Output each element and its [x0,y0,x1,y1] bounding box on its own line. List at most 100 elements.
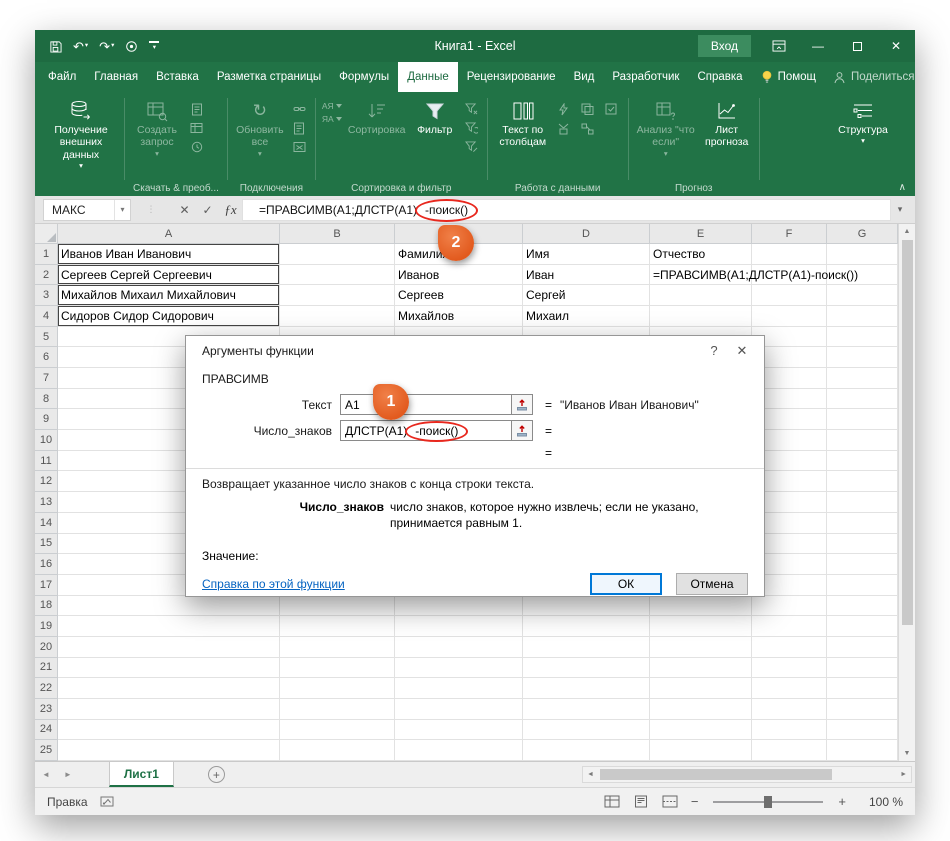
save-button[interactable] [49,40,62,53]
cell-A23[interactable] [58,698,280,720]
cell-A21[interactable] [58,657,280,679]
row-header-12[interactable]: 12 [35,471,58,493]
filter-button[interactable]: Фильтр [410,96,460,136]
collapse-dialog-button[interactable] [512,420,533,441]
cell-D23[interactable] [523,698,650,720]
cell-C4[interactable]: Михайлов [395,306,523,327]
properties-icon[interactable] [290,121,309,135]
cell-E1[interactable]: Отчество [650,244,752,265]
tab-view[interactable]: Вид [565,62,604,92]
cell-C18[interactable] [395,595,523,617]
cell-G15[interactable] [827,533,898,555]
text-to-columns-button[interactable]: Текст по столбцам [492,96,554,149]
tab-formulas[interactable]: Формулы [330,62,398,92]
cell-G18[interactable] [827,595,898,617]
sign-in-button[interactable]: Вход [697,35,751,57]
cell-D24[interactable] [523,719,650,741]
row-header-1[interactable]: 1 [35,244,58,265]
cell-G8[interactable] [827,388,898,410]
cell-B25[interactable] [280,740,395,761]
cell-G19[interactable] [827,616,898,637]
get-external-data-button[interactable]: Получение внешних данных ▾ [42,96,120,171]
cell-C3[interactable]: Сергеев [395,285,523,307]
cell-E19[interactable] [650,616,752,637]
cell-B19[interactable] [280,616,395,637]
num-chars-argument-input[interactable]: ДЛСТР(A1) -поиск() [340,420,512,442]
cell-F4[interactable] [752,306,827,327]
column-header-A[interactable]: A [58,224,280,244]
cell-G1[interactable] [827,244,898,265]
cell-C2[interactable]: Иванов [395,264,523,286]
sheet-nav-left-icon[interactable]: ◄ [35,770,57,779]
cell-G12[interactable] [827,471,898,493]
cell-D2[interactable]: Иван [523,264,650,286]
row-header-10[interactable]: 10 [35,430,58,451]
cell-G17[interactable] [827,574,898,596]
sort-za-button[interactable]: ЯА [322,114,342,124]
sheet-tab-list1[interactable]: Лист1 [108,762,174,787]
zoom-slider[interactable] [713,795,824,808]
cell-E24[interactable] [650,719,752,741]
cell-B21[interactable] [280,657,395,679]
row-header-9[interactable]: 9 [35,409,58,431]
cell-G23[interactable] [827,698,898,720]
connections-icon[interactable] [290,102,309,116]
cell-D3[interactable]: Сергей [523,285,650,307]
cell-B22[interactable] [280,678,395,699]
cell-A4[interactable]: Сидоров Сидор Сидорович [58,306,280,327]
cell-G13[interactable] [827,492,898,513]
cell-A18[interactable] [58,595,280,617]
row-header-20[interactable]: 20 [35,636,58,658]
insert-function-button[interactable]: ƒx [219,199,242,221]
ok-button[interactable]: ОК [590,573,662,596]
macro-record-icon[interactable] [100,796,114,807]
scroll-down-icon[interactable]: ▼ [904,747,911,760]
row-header-4[interactable]: 4 [35,306,58,327]
cell-C23[interactable] [395,698,523,720]
formula-input[interactable]: =ПРАВСИМВ(A1;ДЛСТР(A1) -поиск() [242,198,891,222]
tab-developer[interactable]: Разработчик [603,62,688,92]
cell-A22[interactable] [58,678,280,699]
cell-B3[interactable] [280,285,395,307]
cell-E3[interactable] [650,285,752,307]
normal-view-icon[interactable] [604,795,620,808]
page-layout-view-icon[interactable] [633,795,649,808]
cell-C21[interactable] [395,657,523,679]
cell-C19[interactable] [395,616,523,637]
customize-qat-button[interactable]: ▾ [149,40,160,52]
cell-G14[interactable] [827,512,898,534]
cell-G20[interactable] [827,636,898,658]
name-box-dropdown-icon[interactable]: ▾ [114,199,130,220]
row-header-7[interactable]: 7 [35,368,58,389]
select-all-button[interactable] [35,224,58,244]
cell-E25[interactable] [650,740,752,761]
row-header-23[interactable]: 23 [35,698,58,720]
hscroll-track[interactable] [598,767,896,782]
cell-G9[interactable] [827,409,898,431]
row-header-16[interactable]: 16 [35,554,58,575]
cell-B1[interactable] [280,244,395,265]
zoom-in-button[interactable]: + [838,794,846,809]
row-header-25[interactable]: 25 [35,740,58,761]
cell-F1[interactable] [752,244,827,265]
page-break-view-icon[interactable] [662,795,678,808]
sort-button[interactable]: Сортировка [344,96,410,136]
cell-B20[interactable] [280,636,395,658]
cell-A2[interactable]: Сергеев Сергей Сергеевич [58,264,280,286]
cell-E21[interactable] [650,657,752,679]
cell-A19[interactable] [58,616,280,637]
cell-D20[interactable] [523,636,650,658]
zoom-slider-thumb[interactable] [764,795,773,808]
collapse-dialog-button[interactable] [512,394,533,415]
cell-B18[interactable] [280,595,395,617]
share-button[interactable]: Поделиться [825,62,915,92]
tab-review[interactable]: Рецензирование [458,62,565,92]
new-query-button[interactable]: Создать запрос ▾ [129,96,185,159]
hscroll-right-icon[interactable]: ► [896,771,911,778]
cell-G21[interactable] [827,657,898,679]
text-argument-input[interactable]: A1 [340,394,512,415]
reapply-filter-icon[interactable] [462,121,481,135]
cell-B2[interactable] [280,264,395,286]
zoom-level[interactable]: 100 % [859,795,903,809]
cell-E2[interactable]: =ПРАВСИМВ(A1;ДЛСТР(A1)-поиск()) [650,264,858,286]
